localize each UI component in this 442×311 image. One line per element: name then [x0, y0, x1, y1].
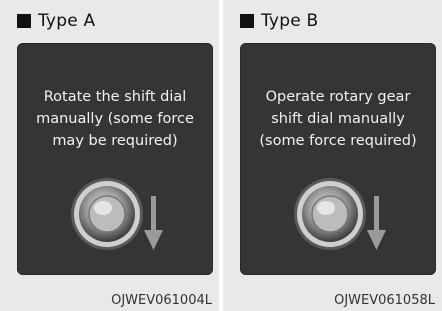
rotary-shift-dial-icon [71, 178, 163, 250]
type-b-header: Type B [240, 9, 318, 33]
message-line: Operate rotary gear [265, 89, 411, 105]
arrow-down-icon [144, 196, 163, 250]
type-a-panel: Type A Rotate the shift dial manually (s… [0, 0, 219, 311]
message-line: (some force required) [259, 133, 417, 149]
warning-message-b: Operate rotary gear shift dial manually … [240, 86, 436, 152]
message-line: manually (some force [36, 111, 194, 127]
type-a-label: Type A [38, 11, 96, 31]
message-line: shift dial manually [271, 111, 405, 127]
message-line: may be required) [52, 133, 178, 149]
message-line: Rotate the shift dial [43, 89, 187, 105]
type-b-panel: Type B Operate rotary gear shift dial ma… [223, 0, 442, 311]
rotary-shift-dial-icon [294, 178, 386, 250]
image-code-b: OJWEV061058L [334, 293, 435, 308]
black-square-icon [17, 14, 31, 28]
cluster-display-b: Operate rotary gear shift dial manually … [240, 43, 436, 275]
type-b-label: Type B [261, 11, 319, 31]
cluster-display-a: Rotate the shift dial manually (some for… [17, 43, 213, 275]
warning-message-a: Rotate the shift dial manually (some for… [17, 86, 213, 152]
type-a-header: Type A [17, 9, 95, 33]
image-code-a: OJWEV061004L [111, 293, 212, 308]
black-square-icon [240, 14, 254, 28]
arrow-down-icon [367, 196, 386, 250]
